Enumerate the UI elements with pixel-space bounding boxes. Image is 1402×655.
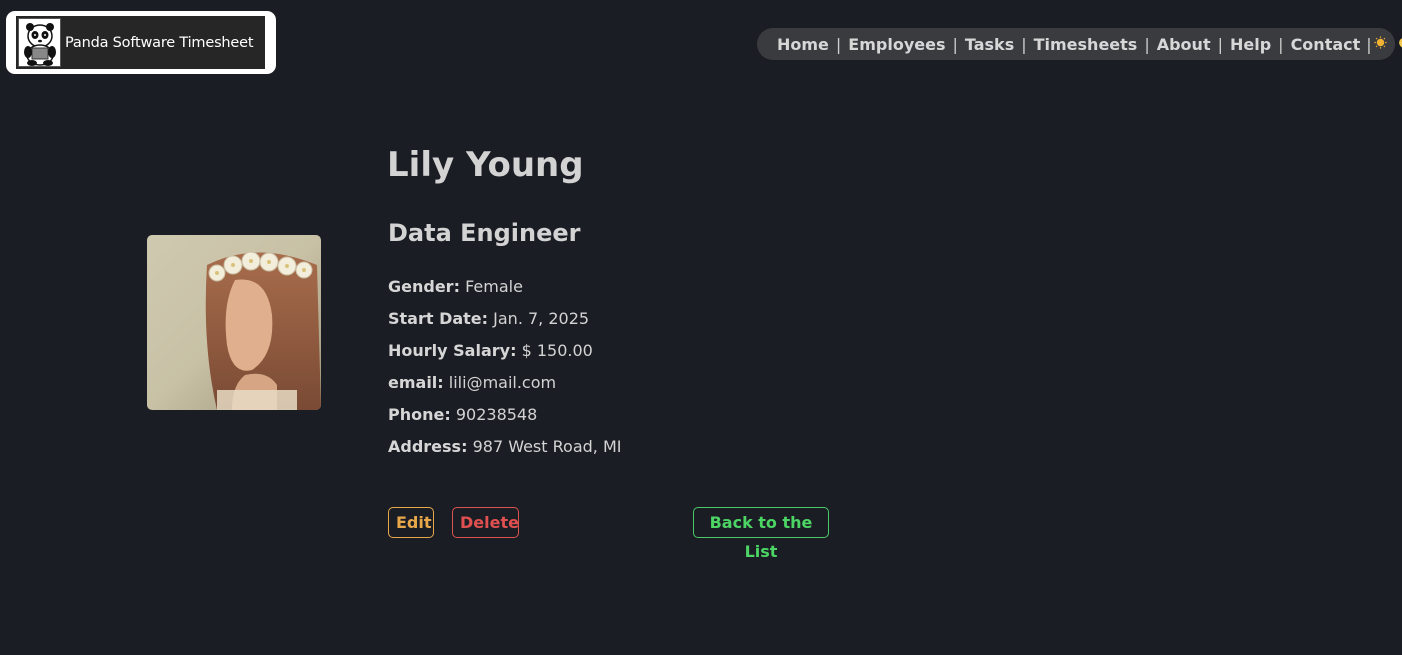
moon-icon [1397,37,1402,52]
nav-separator: | [1366,34,1372,54]
nav-link-home[interactable]: Home [777,35,829,54]
detail-label: email: [388,373,444,392]
panda-logo-icon [18,18,61,67]
delete-button[interactable]: Delete [452,507,519,538]
nav-link-about[interactable]: About [1157,35,1211,54]
detail-value: $ 150.00 [521,341,593,360]
brand-logo-link[interactable]: Panda Software Timesheet [6,11,276,74]
nav-link-contact[interactable]: Contact [1291,35,1361,54]
detail-label: Address: [388,437,468,456]
back-to-list-button[interactable]: Back to the List [693,507,829,561]
employee-role: Data Engineer [388,219,581,247]
main-nav: Home | Employees | Tasks | Timesheets | … [757,28,1402,60]
detail-address: Address: 987 West Road, MI [388,437,621,469]
nav-separator: | [1278,34,1284,54]
employee-name: Lily Young [387,145,584,185]
detail-value: lili@mail.com [448,373,557,392]
edit-button[interactable]: Edit [388,507,434,538]
nav-separator: | [1144,34,1150,54]
detail-label: Hourly Salary: [388,341,517,360]
detail-value: 90238548 [455,405,538,424]
sun-icon [1374,35,1387,53]
nav-separator: | [835,34,842,54]
nav-separator: | [1021,34,1027,54]
nav-separator: | [1217,34,1223,54]
detail-email: email: lili@mail.com [388,373,621,405]
detail-label: Gender: [388,277,460,296]
nav-link-employees[interactable]: Employees [848,35,945,54]
detail-label: Start Date: [388,309,489,328]
detail-label: Phone: [388,405,451,424]
nav-link-tasks[interactable]: Tasks [965,35,1014,54]
detail-value: Jan. 7, 2025 [493,309,590,328]
employee-photo [147,235,321,410]
nav-link-timesheets[interactable]: Timesheets [1034,35,1138,54]
detail-hourly-salary: Hourly Salary: $ 150.00 [388,341,621,373]
detail-start-date: Start Date: Jan. 7, 2025 [388,309,621,341]
detail-phone: Phone: 90238548 [388,405,621,437]
detail-value: Female [465,277,523,296]
brand-banner: Panda Software Timesheet [16,16,265,69]
nav-separator: | [952,34,958,54]
brand-title: Panda Software Timesheet [65,34,254,51]
detail-gender: Gender: Female [388,277,621,309]
employee-details: Gender: Female Start Date: Jan. 7, 2025 … [388,277,621,469]
detail-value: 987 West Road, MI [472,437,622,456]
nav-link-help[interactable]: Help [1230,35,1271,54]
